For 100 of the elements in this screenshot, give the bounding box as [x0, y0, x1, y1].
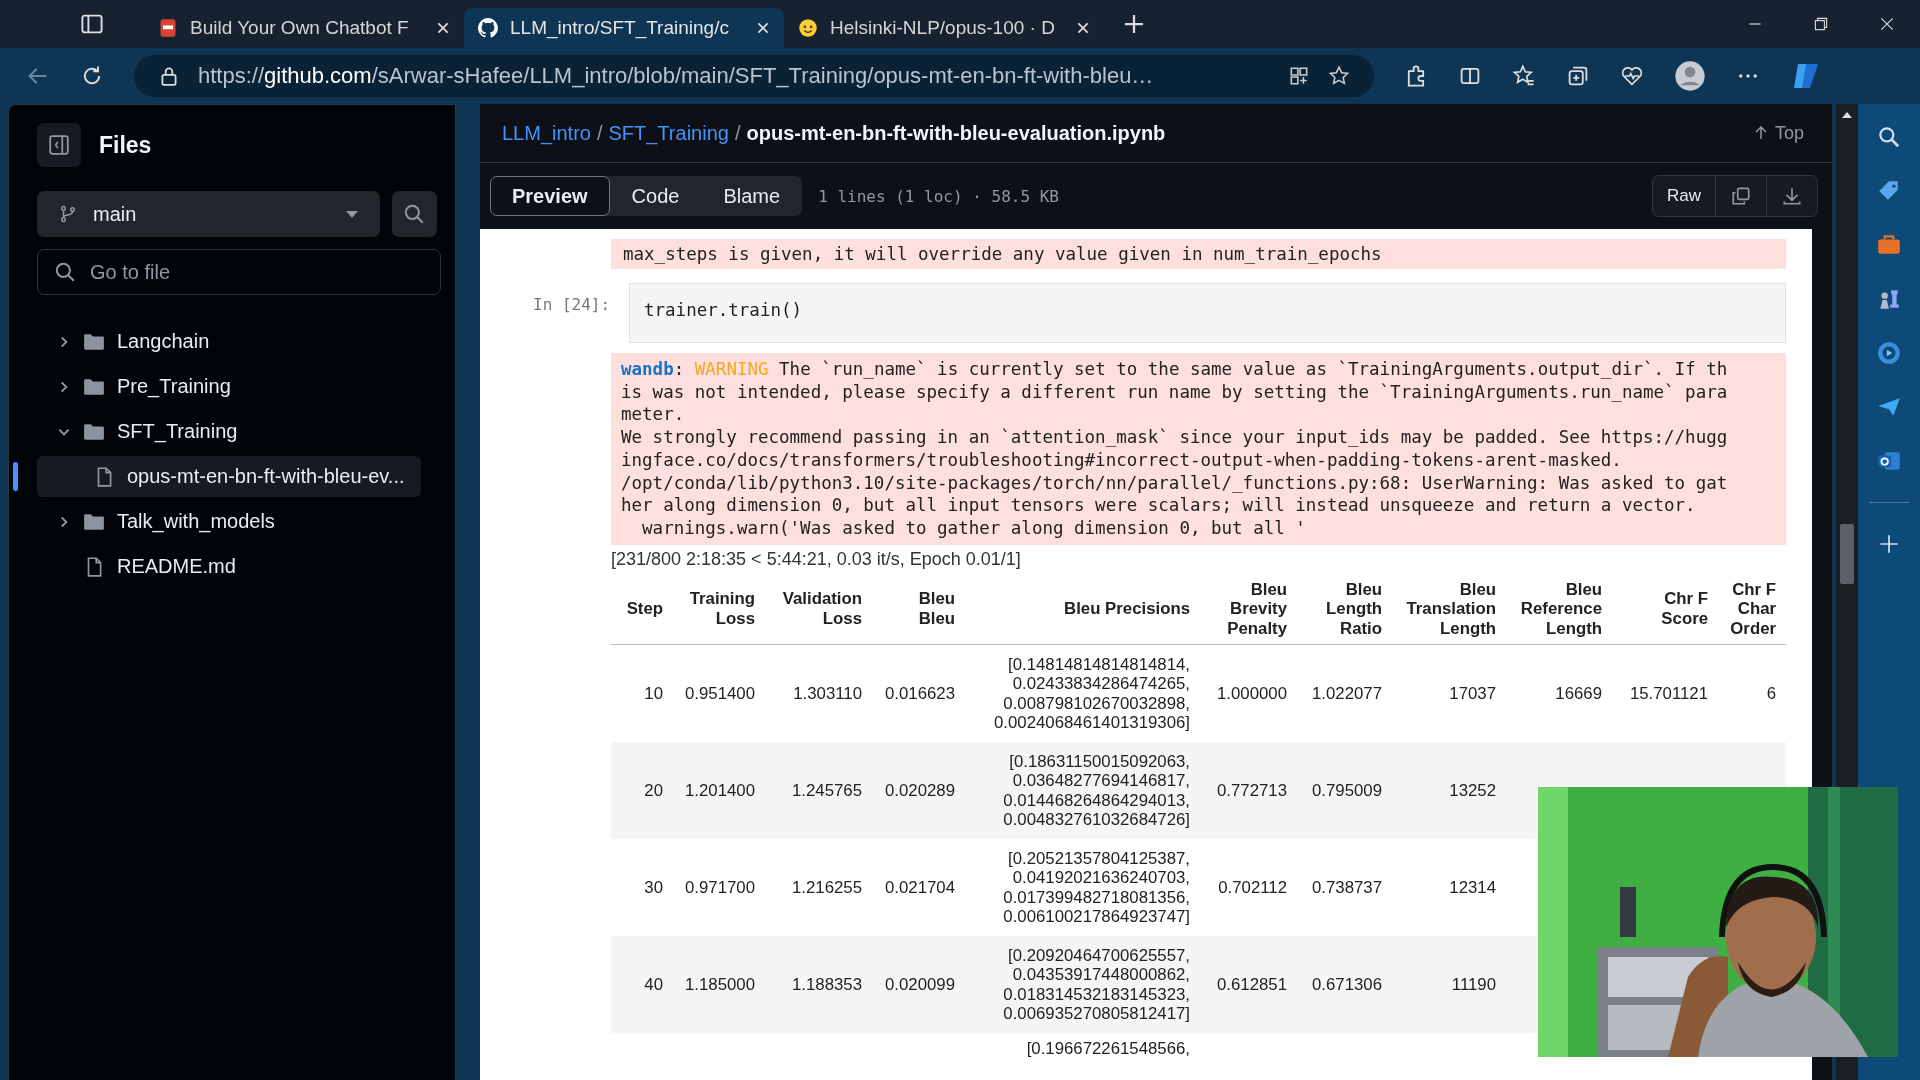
copy-icon: [1730, 185, 1752, 207]
close-icon[interactable]: [1878, 15, 1896, 33]
close-icon[interactable]: [436, 21, 450, 35]
breadcrumb-separator: /: [596, 121, 603, 145]
table-cell: 13252: [1449, 780, 1496, 800]
search-icon[interactable]: [1876, 124, 1902, 150]
scrollbar-thumb[interactable]: [1840, 524, 1854, 584]
heart-pulse-icon[interactable]: [1620, 64, 1644, 88]
column-header: Chr F Char Order: [1729, 579, 1776, 639]
table-cell: 0.671306: [1312, 974, 1382, 994]
progress-text: [231/800 2:18:35 < 5:44:21, 0.03 it/s, Epoch 0.01/1]: [611, 548, 1022, 570]
table-cell: 1.216255: [792, 877, 862, 897]
file-meta: 1 lines (1 loc) · 58.5 KB: [818, 186, 1059, 206]
panel-title: Files: [99, 131, 152, 159]
table-cell: 0.016623: [885, 683, 955, 703]
table-cell: 0.795009: [1312, 780, 1382, 800]
output-line: ingface.co/docs/transformers/troubleshooting#incorrect-output-when-padding-tokens-arent-masked.: [621, 448, 1623, 472]
search-button[interactable]: [391, 191, 437, 237]
table-cell: [0.196672261548566,: [1026, 1039, 1190, 1059]
go-to-file-field[interactable]: Go to file: [37, 249, 441, 295]
table-cell: 12314: [1449, 877, 1496, 897]
table-cell: 0.612851: [1217, 974, 1287, 994]
tree-item[interactable]: Langchain: [37, 321, 421, 362]
tab-actions-icon[interactable]: [80, 12, 104, 36]
favorites-icon[interactable]: [1512, 64, 1536, 88]
column-header: Validation Loss: [781, 589, 862, 629]
close-icon[interactable]: [1076, 21, 1090, 35]
table-cell: 40: [644, 974, 663, 994]
tree-item[interactable]: SFT_Training: [37, 411, 421, 452]
star-icon[interactable]: [1328, 65, 1350, 87]
output-text: max_steps is given, it will override any value given in num_train_epochs: [611, 239, 1786, 269]
table-cell: [0.18631150015092063, 0.03648277694146817, 0.014468264864294013, 0.004832761032684726]: [1003, 751, 1190, 830]
branch-selector[interactable]: main: [37, 191, 380, 237]
table-cell: 1.000000: [1217, 683, 1287, 703]
restore-icon[interactable]: [1812, 15, 1830, 33]
branch-icon: [59, 205, 77, 223]
breadcrumb-link[interactable]: LLM_intro: [502, 121, 591, 145]
table-cell: 0.772713: [1217, 780, 1287, 800]
table-cell: 0.021704: [885, 877, 955, 897]
output-line: /opt/conda/lib/python3.10/site-packages/torch/nn/parallel/_functions.py:68: UserWarning: Was asked to gat: [621, 471, 1729, 495]
breadcrumb-link[interactable]: SFT_Training: [608, 121, 729, 145]
table-cell: 0.702112: [1218, 877, 1287, 897]
avatar-icon[interactable]: [1674, 60, 1706, 92]
search-icon: [403, 203, 426, 225]
caret-icon: [345, 210, 358, 218]
table-cell: 0.971700: [685, 877, 755, 897]
table-cell: 0.951400: [685, 683, 755, 703]
arrow-up-icon: [1754, 126, 1767, 140]
browser-tab[interactable]: Build Your Own Chatbot F: [144, 8, 464, 48]
output-line: is was not intended, please specify a different run name by setting the `TrainingArguments.run_name` para: [621, 380, 1729, 404]
column-header: Training Loss: [688, 589, 755, 629]
app-grid-icon[interactable]: [1288, 65, 1310, 87]
selection-indicator: [13, 462, 18, 491]
column-header: Bleu Translation Length: [1405, 579, 1496, 639]
view-tab[interactable]: Preview: [490, 176, 610, 216]
table-cell: 0.020289: [885, 780, 955, 800]
table-cell: 1.245765: [792, 780, 862, 800]
tree-item[interactable]: Talk_with_models: [37, 501, 421, 542]
new-tab-icon[interactable]: [1122, 12, 1146, 36]
view-tab[interactable]: Blame: [701, 176, 803, 216]
table-cell: 1.201400: [685, 780, 755, 800]
tree-item[interactable]: Pre_Training: [37, 366, 421, 407]
ring-icon[interactable]: [1876, 340, 1902, 366]
output-line: meter.: [621, 403, 686, 427]
table-cell: [0.20920464700625557, 0.04353917448000862, 0.018314532183145323, 0.006935270805812417]: [1003, 945, 1190, 1024]
collections-icon[interactable]: [1566, 64, 1590, 88]
column-header: Bleu Reference Length: [1519, 579, 1602, 639]
table-cell: 10: [644, 683, 663, 703]
table-cell: [0.20521357804125387, 0.04192021636240703, 0.017399482718081356, 0.006100217864923747]: [1003, 848, 1190, 927]
table-cell: 1.022077: [1312, 683, 1382, 703]
browser-tab[interactable]: LLM_intro/SFT_Training/c: [464, 8, 784, 48]
column-header: Step: [625, 599, 663, 619]
close-icon[interactable]: [756, 21, 770, 35]
table-cell: 16669: [1555, 683, 1602, 703]
table-cell: 6: [1766, 683, 1776, 703]
browser-tab[interactable]: Helsinki-NLP/opus-100 · D: [784, 8, 1104, 48]
table-cell: 1.188353: [792, 974, 862, 994]
view-tab[interactable]: Code: [609, 176, 702, 216]
column-header: Bleu Brevity Penalty: [1226, 579, 1287, 639]
top-button[interactable]: Top: [1748, 121, 1810, 145]
address-bar[interactable]: https://github.com/sArwar-sHafee/LLM_intro/blob/main/SFT_Training/opus-mt-en-bn-ft-with-bleu…: [134, 55, 1374, 97]
search-icon: [54, 261, 76, 283]
file-name: opus-mt-en-bn-ft-with-bleu-evaluation.ipynb: [746, 121, 1166, 145]
output-line: her along dimension 0, but all input tensors were scalars; will instead unsqueeze and return a vector.: [621, 494, 1697, 517]
scroll-up-icon[interactable]: [1842, 112, 1852, 118]
tree-item[interactable]: README.md: [37, 546, 421, 587]
code-cell: trainer.train(): [629, 283, 1786, 343]
url-text: https://github.com/sArwar-sHafee/LLM_intro/blob/main/SFT_Training/opus-mt-en-bn-ft-with-bleu…: [198, 63, 1155, 89]
cell-prompt: In [24]:: [533, 294, 611, 314]
sidebar-toggle-icon[interactable]: [37, 123, 81, 167]
column-header: Chr F Score: [1660, 589, 1708, 629]
column-header: Bleu Bleu: [917, 589, 955, 629]
table-cell: 1.185000: [685, 974, 755, 994]
column-header: Bleu Precisions: [1063, 599, 1190, 619]
table-cell: 30: [644, 877, 663, 897]
breadcrumb-separator: /: [734, 121, 741, 145]
column-header: Bleu Length Ratio: [1325, 579, 1382, 639]
table-cell: 15.701121: [1629, 683, 1708, 703]
table-cell: 1.303110: [793, 683, 862, 703]
table-cell: 0.738737: [1312, 877, 1382, 897]
